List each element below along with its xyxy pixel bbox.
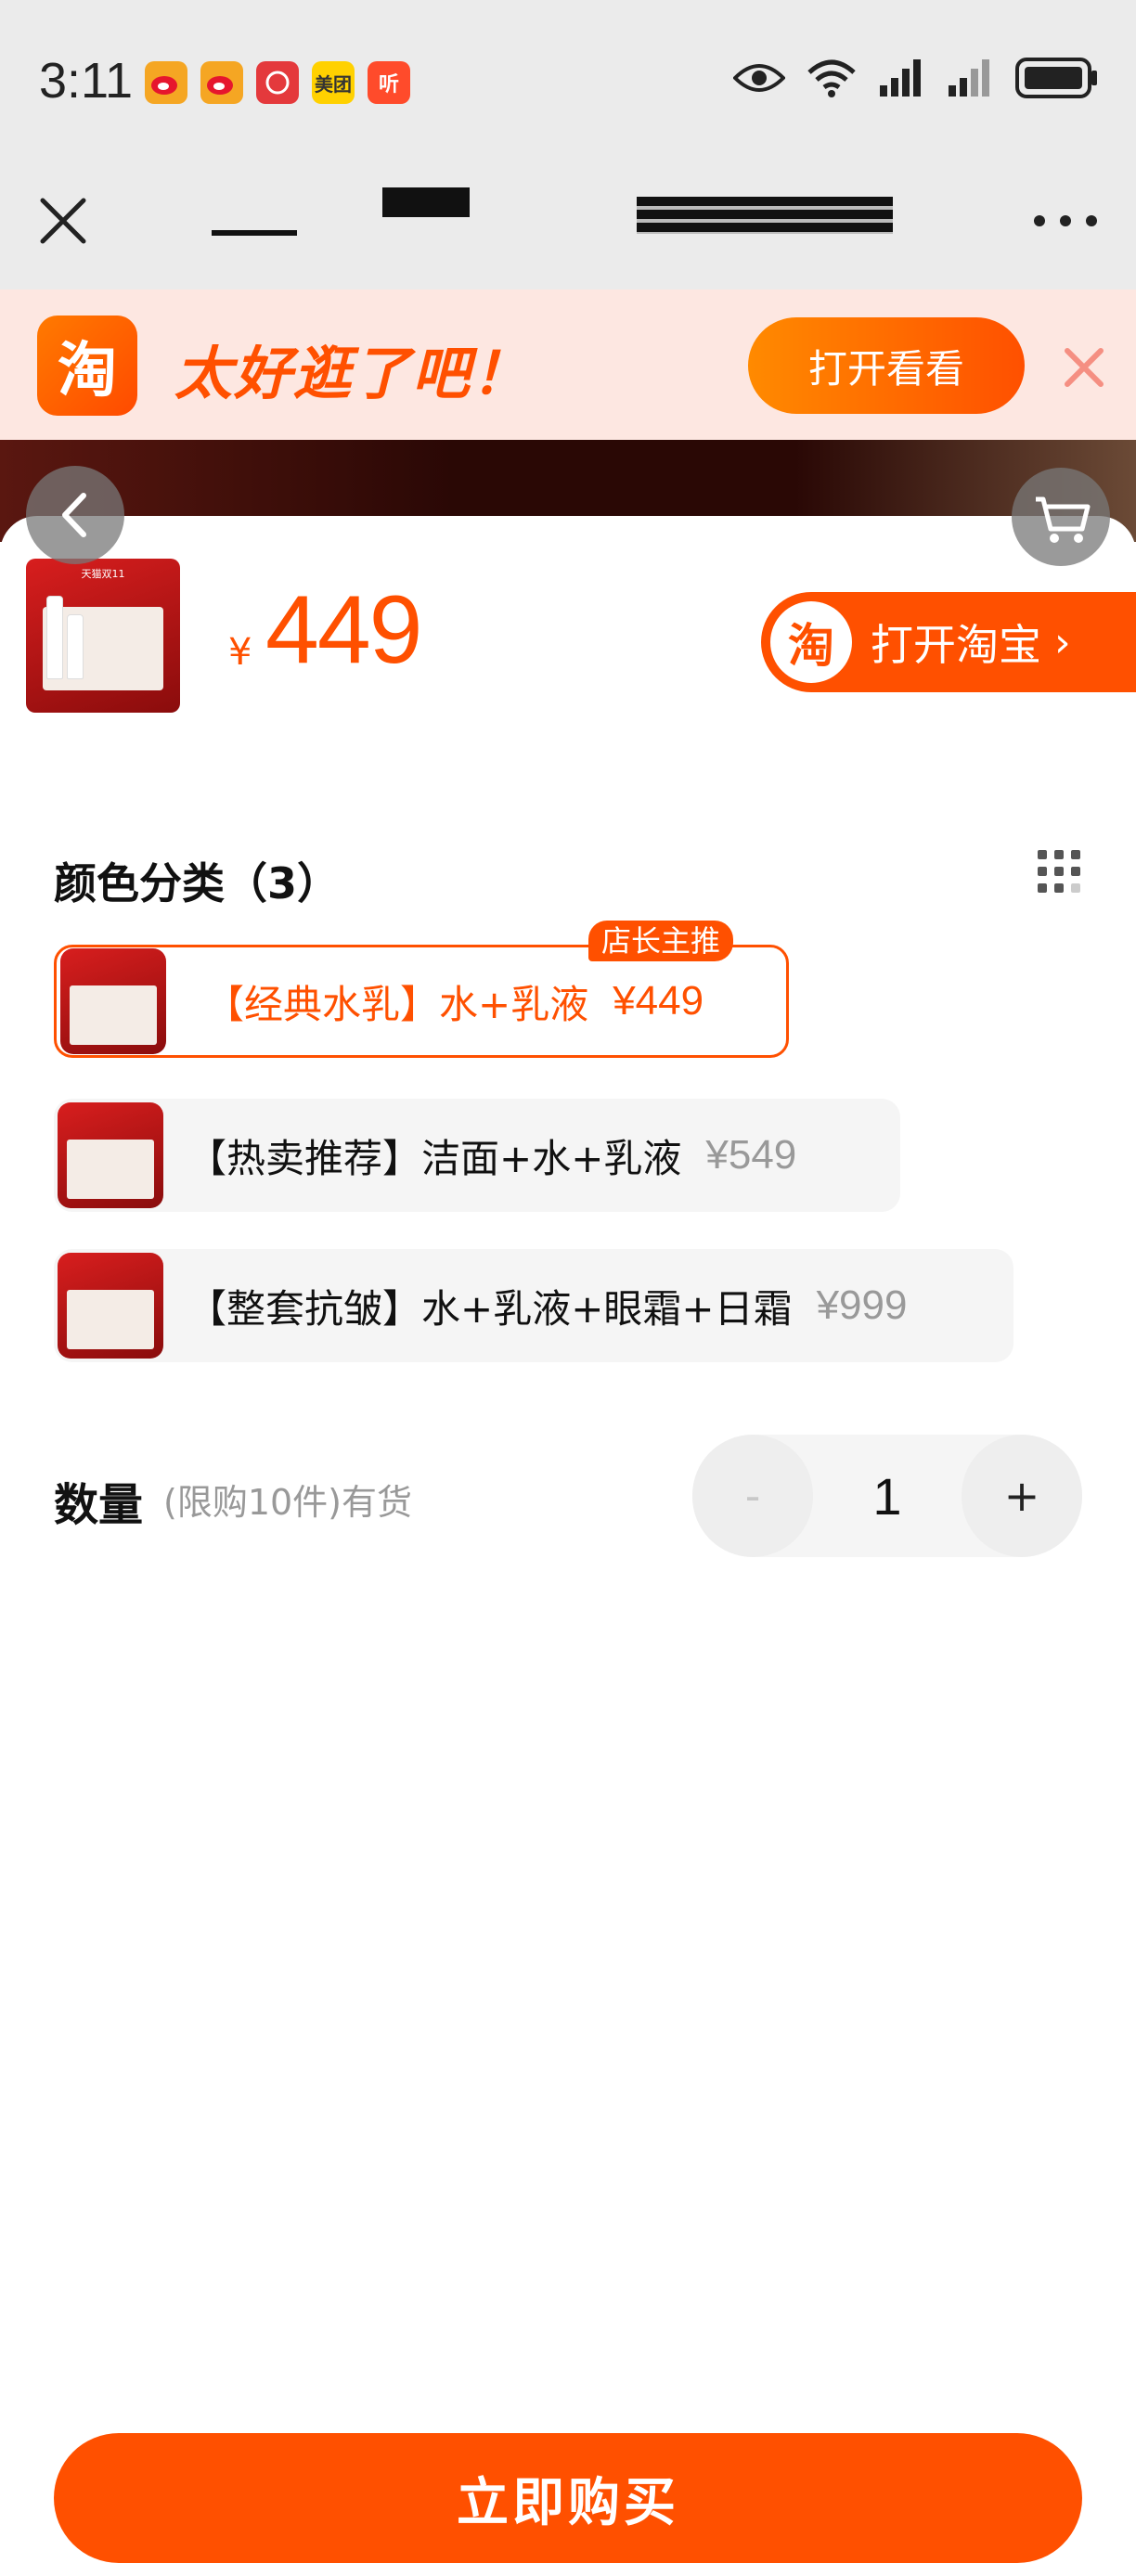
grid-view-icon[interactable]: [1036, 848, 1082, 895]
thumbnail-caption: 天猫双11: [81, 568, 125, 580]
cart-button[interactable]: [1012, 468, 1110, 566]
variant-section-title: 颜色分类（3）: [54, 858, 341, 908]
more-icon[interactable]: [1028, 202, 1103, 239]
cart-icon: [1036, 496, 1091, 543]
app-icon: [256, 61, 299, 104]
buy-now-button[interactable]: 立即购买: [54, 2433, 1082, 2563]
quantity-note: (限购10件)有货: [163, 1482, 413, 1523]
eye-icon: [733, 64, 785, 92]
variant-name: 【热卖推荐】洁面+水+乳液: [187, 1135, 682, 1181]
variant-option-full-set[interactable]: 【整套抗皱】水+乳液+眼霜+日霜 ¥999: [54, 1249, 1013, 1362]
notification-icons: 美团 听: [145, 61, 410, 104]
banner-slogan: 太好逛了吧！: [174, 340, 532, 407]
chevron-right-icon: ›: [1054, 618, 1071, 666]
open-taobao-button[interactable]: 淘 打开淘宝 ›: [761, 592, 1136, 692]
quantity-value[interactable]: 1: [813, 1435, 962, 1557]
taobao-app-banner: 淘 太好逛了吧！ 打开看看: [0, 290, 1136, 440]
weibo-icon: [200, 61, 243, 104]
bottle-image: [46, 596, 63, 679]
taobao-logo-icon: 淘: [770, 601, 852, 683]
browser-nav-bar: [0, 167, 1136, 290]
ting-icon: 听: [368, 61, 410, 104]
quantity-stepper: - 1 +: [692, 1435, 1082, 1557]
variant-name: 【整套抗皱】水+乳液+眼霜+日霜: [187, 1285, 793, 1332]
close-icon[interactable]: [1060, 343, 1108, 392]
battery-icon: [1015, 58, 1097, 98]
taobao-logo-icon: 淘: [37, 316, 137, 416]
status-time: 3:11: [39, 53, 134, 109]
wifi-icon: [807, 59, 856, 97]
open-app-button[interactable]: 打开看看: [748, 317, 1025, 414]
variant-thumbnail: [60, 948, 166, 1054]
chevron-left-icon: [62, 493, 86, 537]
variant-price: ¥549: [705, 1132, 797, 1178]
weibo-icon: [145, 61, 187, 104]
bottle-image: [67, 614, 84, 679]
open-taobao-label: 打开淘宝: [871, 620, 1041, 670]
back-button[interactable]: [26, 466, 124, 564]
close-icon[interactable]: [33, 191, 93, 251]
increase-button[interactable]: +: [962, 1435, 1082, 1557]
product-price: 449: [265, 576, 423, 684]
quantity-label: 数量: [54, 1479, 144, 1531]
variant-price: ¥999: [816, 1282, 908, 1328]
variant-price: ¥449: [613, 978, 704, 1024]
signal-icon: [949, 59, 989, 97]
variant-option-classic[interactable]: 【经典水乳】水+乳液 ¥449: [54, 945, 789, 1058]
decrease-button[interactable]: -: [692, 1435, 813, 1557]
variant-thumbnail: [58, 1253, 163, 1359]
status-bar: 3:11 美团 听: [0, 0, 1136, 167]
signal-icon: [880, 59, 921, 97]
meituan-icon: 美团: [312, 61, 355, 104]
price-currency: ¥: [228, 631, 252, 674]
sku-selector-sheet: 天猫双11 ¥ 449 淘 打开淘宝 › 颜色分类（3） 【经典水乳】水+乳液 …: [0, 516, 1136, 2576]
variant-name: 【经典水乳】水+乳液: [205, 981, 589, 1027]
product-thumbnail: 天猫双11: [26, 559, 180, 713]
recommend-badge: 店长主推: [588, 921, 734, 961]
variant-thumbnail: [58, 1102, 163, 1208]
system-icons: [733, 58, 1099, 98]
variant-option-hot[interactable]: 【热卖推荐】洁面+水+乳液 ¥549: [54, 1099, 900, 1212]
